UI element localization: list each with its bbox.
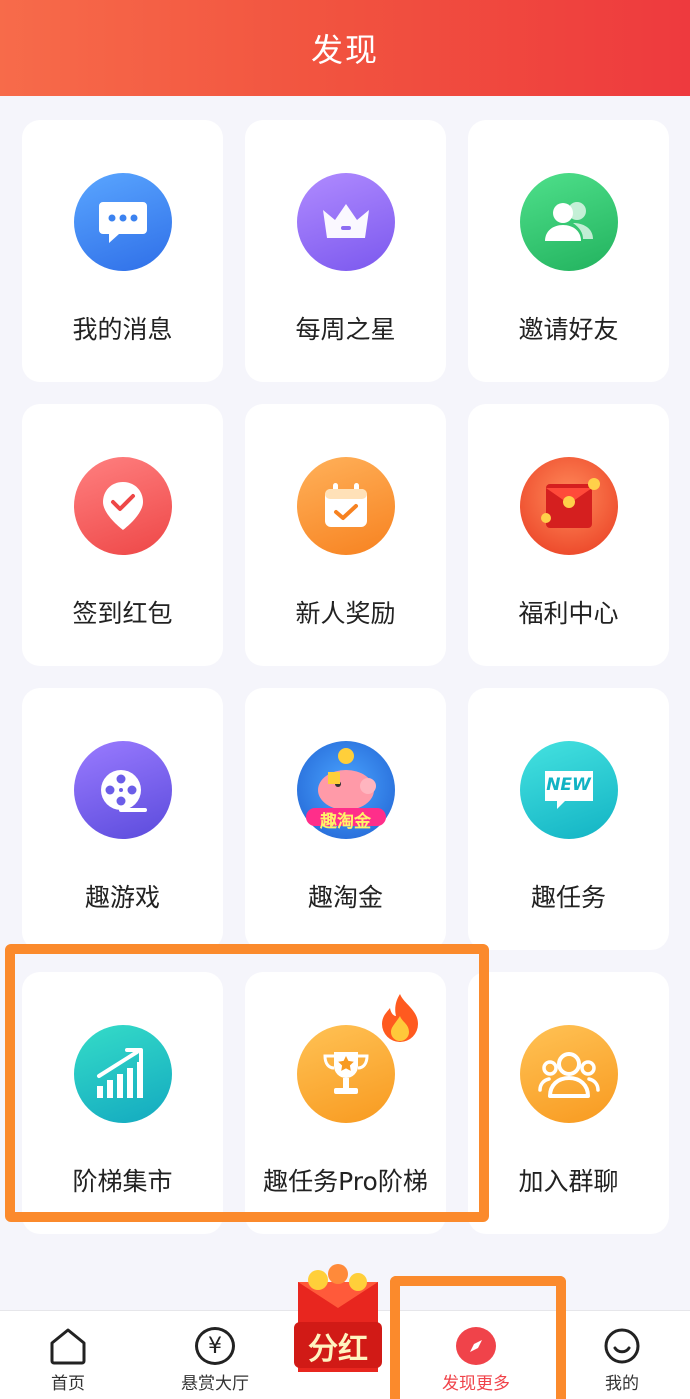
card-fun-tasks-pro-ladder[interactable]: 趣任务Pro阶梯 [245,972,446,1234]
hot-fire-icon [382,994,418,1042]
checkin-icon [73,457,172,555]
gold-badge-text: 趣淘金 [320,812,371,832]
dividend-label: 分红 [308,1332,368,1367]
red-envelope-icon [519,457,618,555]
home-icon [50,1328,86,1365]
calendar-icon [296,457,395,555]
friends-icon [519,173,618,271]
card-label: 加入群聊 [518,1167,619,1196]
card-label: 阶梯集市 [72,1167,173,1196]
compass-icon [456,1327,496,1365]
new-badge-text: NEW [546,775,591,795]
page-title: 发现 [310,31,379,69]
tab-dividend[interactable]: 分红 [288,1262,388,1382]
yuan-coin-icon: ¥ [195,1327,235,1365]
crown-icon [296,173,395,271]
tab-label: 我的 [605,1374,639,1394]
card-welfare-center[interactable]: 福利中心 [468,404,669,666]
card-fun-tasks[interactable]: NEW 趣任务 [468,688,669,950]
card-checkin-red-envelope[interactable]: 签到红包 [22,404,223,666]
feature-grid: 我的消息 每周之星 邀请好友 签到红包 新人奖励 福利中心 趣游戏 趣淘金 趣淘… [22,120,669,1234]
tab-label: 首页 [51,1374,85,1394]
smile-icon [604,1328,640,1364]
card-label: 趣游戏 [84,883,160,912]
tab-home[interactable]: 首页 [28,1311,108,1399]
tab-discover-more[interactable]: 发现更多 [416,1311,536,1399]
card-label: 趣任务 [530,883,606,912]
card-label: 福利中心 [518,599,619,628]
card-newcomer-reward[interactable]: 新人奖励 [245,404,446,666]
tab-label: 发现更多 [442,1374,510,1394]
card-label: 趣淘金 [307,883,383,912]
card-weekly-star[interactable]: 每周之星 [245,120,446,382]
card-my-messages[interactable]: 我的消息 [22,120,223,382]
card-label: 每周之星 [295,315,396,344]
card-label: 新人奖励 [295,599,396,628]
card-ladder-market[interactable]: 阶梯集市 [22,972,223,1234]
card-fun-gold[interactable]: 趣淘金 趣淘金 [245,688,446,950]
card-join-group-chat[interactable]: 加入群聊 [468,972,669,1234]
new-badge-icon: NEW [519,741,618,839]
card-label: 趣任务Pro阶梯 [263,1167,428,1196]
tab-mine[interactable]: 我的 [582,1311,662,1399]
film-reel-icon [73,741,172,839]
page-header: 发现 [0,0,690,96]
card-fun-games[interactable]: 趣游戏 [22,688,223,950]
growth-chart-icon [73,1025,172,1123]
card-label: 签到红包 [72,599,173,628]
card-invite-friends[interactable]: 邀请好友 [468,120,669,382]
tab-bounty-hall[interactable]: ¥ 悬赏大厅 [165,1311,265,1399]
card-label: 我的消息 [72,315,173,344]
card-label: 邀请好友 [518,315,619,344]
tab-label: 悬赏大厅 [181,1374,249,1394]
piggy-bank-icon: 趣淘金 [296,741,395,839]
group-icon [519,1025,618,1123]
message-icon [73,173,172,271]
